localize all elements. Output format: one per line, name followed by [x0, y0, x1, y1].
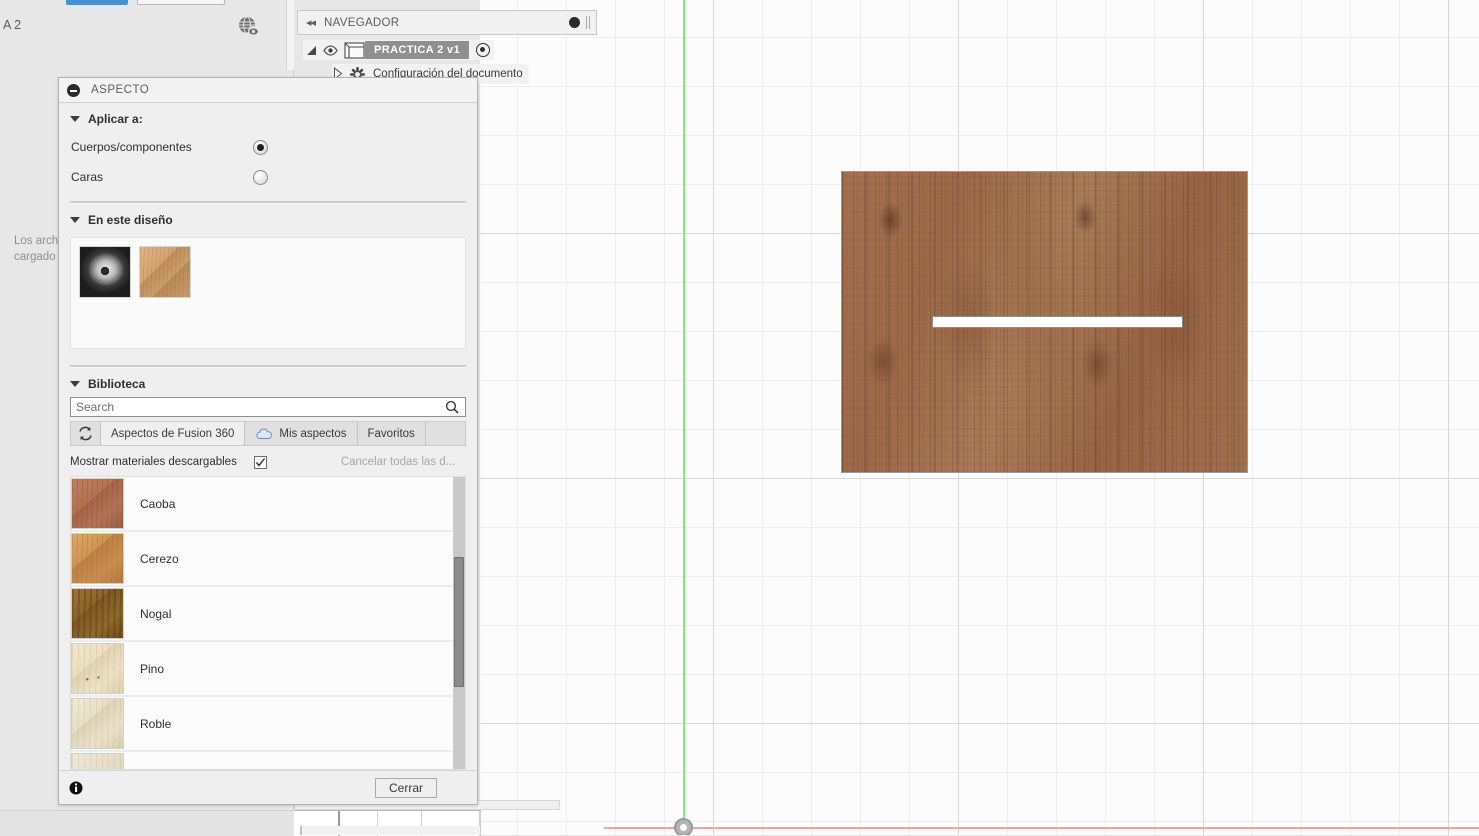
aspecto-dialog-title: ASPECTO	[91, 84, 150, 96]
caret-down-icon[interactable]	[70, 217, 80, 223]
tab-label: Aspectos de Fusion 360	[111, 427, 235, 440]
material-name: Pino	[140, 661, 165, 676]
list-item[interactable]	[71, 752, 465, 769]
material-name: Roble	[140, 716, 172, 731]
cloud-icon	[255, 428, 273, 440]
material-thumbnail	[71, 588, 124, 639]
section-in-this-design-title: En este diseño	[88, 213, 173, 227]
material-thumbnail	[71, 643, 124, 694]
radio-label-faces: Caras	[71, 170, 104, 184]
tab-aspectos-de-fusion-360[interactable]: Aspectos de Fusion 360	[101, 422, 246, 445]
list-item[interactable]: Nogal	[71, 587, 465, 642]
navigator-panel-header[interactable]: ◂◂ NAVEGADOR	[297, 10, 597, 35]
axis-x	[683, 827, 1479, 829]
swatch-metal-torus[interactable]	[79, 246, 131, 298]
material-name: Nogal	[140, 606, 172, 621]
radio-row-bodies-components[interactable]: Cuerpos/componentes	[59, 132, 477, 162]
tab-mis-aspectos[interactable]: Mis aspectos	[245, 422, 358, 445]
list-item[interactable]: Cerezo	[71, 532, 465, 587]
caret-down-icon[interactable]	[70, 116, 80, 122]
library-search-box[interactable]	[70, 397, 466, 417]
radio-label-bodies-components: Cuerpos/componentes	[71, 140, 192, 154]
in-this-design-swatch-list[interactable]	[70, 237, 466, 349]
library-tab-row[interactable]: Aspectos de Fusion 360 Mis aspectos Favo…	[70, 421, 466, 446]
eye-icon[interactable]	[323, 44, 338, 56]
show-downloadable-row[interactable]: Mostrar materiales descargables Cancelar…	[59, 448, 477, 476]
aspecto-dialog-body: Aplicar a: Cuerpos/componentes Caras En …	[59, 103, 477, 770]
info-icon[interactable]	[69, 781, 83, 795]
background-bottom-bar	[0, 810, 293, 836]
material-thumbnail	[71, 478, 124, 529]
timeline-track[interactable]	[300, 826, 480, 835]
section-in-this-design-header[interactable]: En este diseño	[59, 204, 477, 233]
show-downloadable-checkbox[interactable]	[253, 455, 267, 469]
section-library: Biblioteca Search Aspectos de Fusion 360…	[59, 368, 477, 770]
section-apply-to-title: Aplicar a:	[88, 112, 143, 126]
minus-circle-icon[interactable]	[569, 17, 580, 28]
panel-grip[interactable]	[586, 16, 590, 29]
material-list-scrollbar[interactable]	[453, 477, 465, 769]
triangle-down-icon[interactable]	[307, 45, 316, 55]
component-cube-icon	[344, 41, 365, 59]
double-chevron-left-icon[interactable]: ◂◂	[306, 16, 316, 29]
material-thumbnail	[71, 753, 124, 769]
material-thumbnail	[71, 698, 124, 749]
background-tab-label: A 2	[3, 18, 22, 32]
tab-label: Mis aspectos	[279, 427, 347, 440]
section-library-title: Biblioteca	[88, 377, 146, 391]
tab-row-filler	[426, 422, 465, 445]
radio-target-icon[interactable]	[476, 43, 491, 57]
swatch-wood-cube[interactable]	[139, 246, 191, 298]
show-downloadable-label: Mostrar materiales descargables	[70, 456, 237, 468]
list-item[interactable]: Roble	[71, 697, 465, 752]
list-item[interactable]: Caoba	[71, 477, 465, 532]
refresh-icon[interactable]	[71, 422, 101, 445]
aspecto-dialog-header[interactable]: ASPECTO	[59, 78, 477, 103]
section-apply-to-header[interactable]: Aplicar a:	[59, 103, 477, 132]
cancel-all-downloads-link[interactable]: Cancelar todas las d...	[341, 456, 455, 468]
axis-x-left	[604, 827, 683, 829]
radio-bodies-components[interactable]	[253, 139, 268, 155]
tab-favoritos[interactable]: Favoritos	[358, 422, 426, 445]
minus-circle-icon[interactable]	[67, 83, 80, 97]
tab-label: Favoritos	[367, 427, 415, 440]
search-input[interactable]	[71, 399, 445, 415]
material-list[interactable]: Caoba Cerezo Nogal Pino Roble	[70, 476, 466, 770]
tree-item-root[interactable]: PRACTICA 2 v1	[303, 40, 495, 60]
checkmark-icon	[255, 457, 265, 467]
close-button[interactable]: Cerrar	[375, 777, 437, 798]
list-item[interactable]: Pino	[71, 642, 465, 697]
material-thumbnail	[71, 533, 124, 584]
3d-viewport[interactable]	[480, 0, 1479, 835]
tree-item-label[interactable]: PRACTICA 2 v1	[365, 41, 470, 59]
radio-row-faces[interactable]: Caras	[59, 162, 477, 192]
aspecto-dialog[interactable]: ASPECTO Aplicar a: Cuerpos/componentes C…	[58, 77, 478, 805]
caret-down-icon[interactable]	[70, 381, 80, 387]
panel-slot-cutout[interactable]	[932, 316, 1183, 328]
radio-faces[interactable]	[253, 169, 268, 185]
origin-marker[interactable]	[674, 818, 693, 835]
search-icon[interactable]	[445, 400, 459, 414]
primary-button-partial[interactable]	[66, 0, 128, 5]
aspecto-dialog-footer: Cerrar	[59, 770, 477, 804]
background-side-column	[286, 0, 294, 70]
secondary-button-partial[interactable]	[137, 0, 225, 5]
axis-y	[683, 0, 685, 835]
globe-eye-icon[interactable]	[238, 16, 260, 41]
material-name: Caoba	[140, 496, 176, 511]
section-library-header[interactable]: Biblioteca	[59, 368, 477, 397]
wood-panel-body[interactable]	[841, 171, 1248, 473]
navigator-title: NAVEGADOR	[324, 16, 400, 29]
material-list-scrollbar-thumb[interactable]	[454, 557, 464, 687]
material-name: Cerezo	[140, 551, 179, 566]
